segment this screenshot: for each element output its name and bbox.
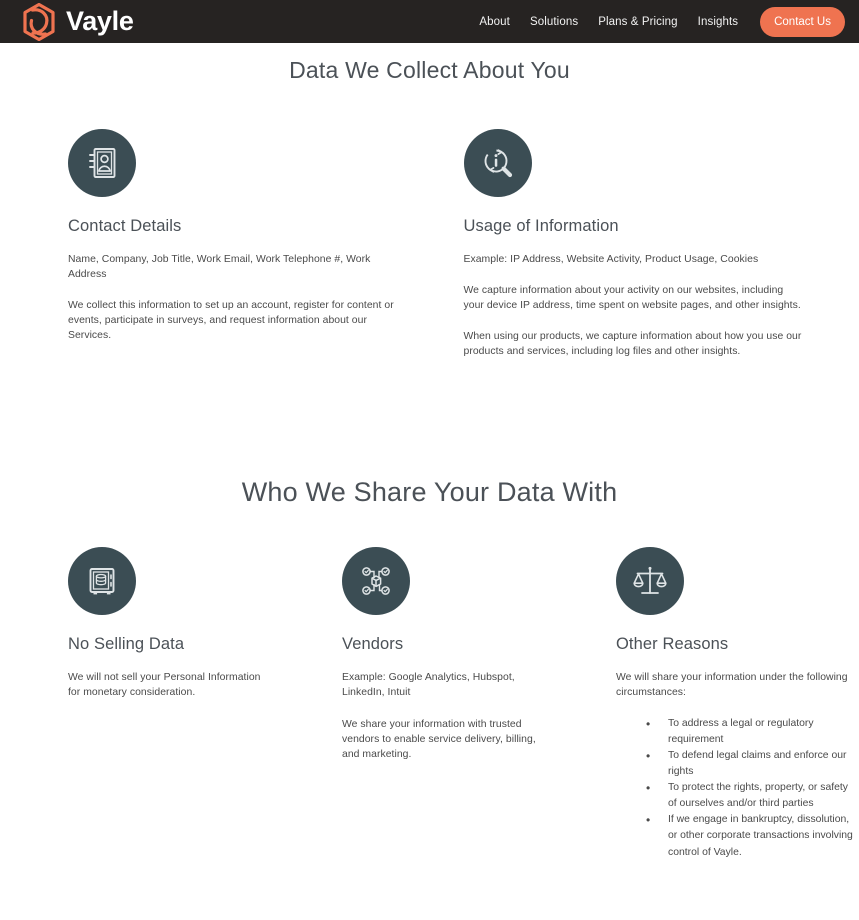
card-title: Other Reasons — [616, 635, 729, 654]
card-paragraph: We share your information with trusted v… — [342, 718, 536, 760]
card-title: No Selling Data — [68, 635, 185, 654]
vendor-network-icon — [342, 547, 410, 616]
card-title: Usage of Information — [463, 217, 619, 235]
nav-link-about[interactable]: About — [479, 16, 510, 28]
card-no-selling-data: No Selling Data We will not sell your Pe… — [68, 547, 342, 860]
nav-link-plans-pricing[interactable]: Plans & Pricing — [598, 16, 677, 28]
card-paragraph: When using our products, we capture info… — [463, 331, 802, 358]
card-title: Contact Details — [68, 217, 182, 235]
card-paragraph: We collect this information to set up an… — [68, 300, 394, 342]
card-title: Vendors — [342, 635, 404, 654]
card-paragraph: Example: IP Address, Website Activity, P… — [463, 254, 759, 265]
card-paragraph: Example: Google Analytics, Hubspot, Link… — [342, 672, 515, 699]
nav-link-solutions[interactable]: Solutions — [530, 16, 578, 28]
nav-links: About Solutions Plans & Pricing Insights… — [479, 6, 845, 37]
hexagon-swirl-logo-icon — [22, 2, 56, 41]
section-title-data-we-collect: Data We Collect About You — [289, 57, 570, 83]
card-paragraph: We capture information about your activi… — [463, 285, 801, 312]
data-collect-card-row: Contact Details Name, Company, Job Title… — [0, 129, 859, 359]
safe-vault-database-icon — [68, 547, 136, 616]
card-paragraph: We will not sell your Personal Informati… — [68, 672, 261, 699]
info-magnifier-icon — [463, 129, 532, 197]
card-paragraph: We will share your information under the… — [616, 672, 848, 699]
top-navigation-bar: Vayle About Solutions Plans & Pricing In… — [0, 0, 859, 43]
card-vendors: Vendors Example: Google Analytics, Hubsp… — [342, 547, 616, 860]
card-other-reasons: Other Reasons We will share your informa… — [616, 547, 856, 860]
list-item: If we engage in bankruptcy, dissolution,… — [646, 811, 856, 860]
contact-book-icon — [68, 129, 136, 197]
nav-link-insights[interactable]: Insights — [698, 16, 738, 28]
list-item: To protect the rights, property, or safe… — [646, 779, 856, 812]
share-data-card-row: No Selling Data We will not sell your Pe… — [0, 547, 859, 860]
scales-of-justice-icon — [616, 547, 684, 616]
list-item: To defend legal claims and enforce our r… — [646, 747, 856, 780]
card-contact-details: Contact Details Name, Company, Job Title… — [68, 129, 464, 359]
brand-name: Vayle — [66, 6, 134, 36]
page-content: Data We Collect About You Contact Detail… — [0, 57, 859, 861]
other-reasons-bullet-list: To address a legal or regulatory require… — [616, 715, 856, 861]
card-paragraph: Name, Company, Job Title, Work Email, Wo… — [68, 254, 371, 281]
contact-us-button[interactable]: Contact Us — [760, 6, 845, 37]
list-item: To address a legal or regulatory require… — [646, 715, 856, 748]
section-title-who-we-share: Who We Share Your Data With — [241, 477, 618, 508]
card-usage-of-information: Usage of Information Example: IP Address… — [463, 129, 859, 359]
brand-logo-link[interactable]: Vayle — [22, 2, 134, 41]
